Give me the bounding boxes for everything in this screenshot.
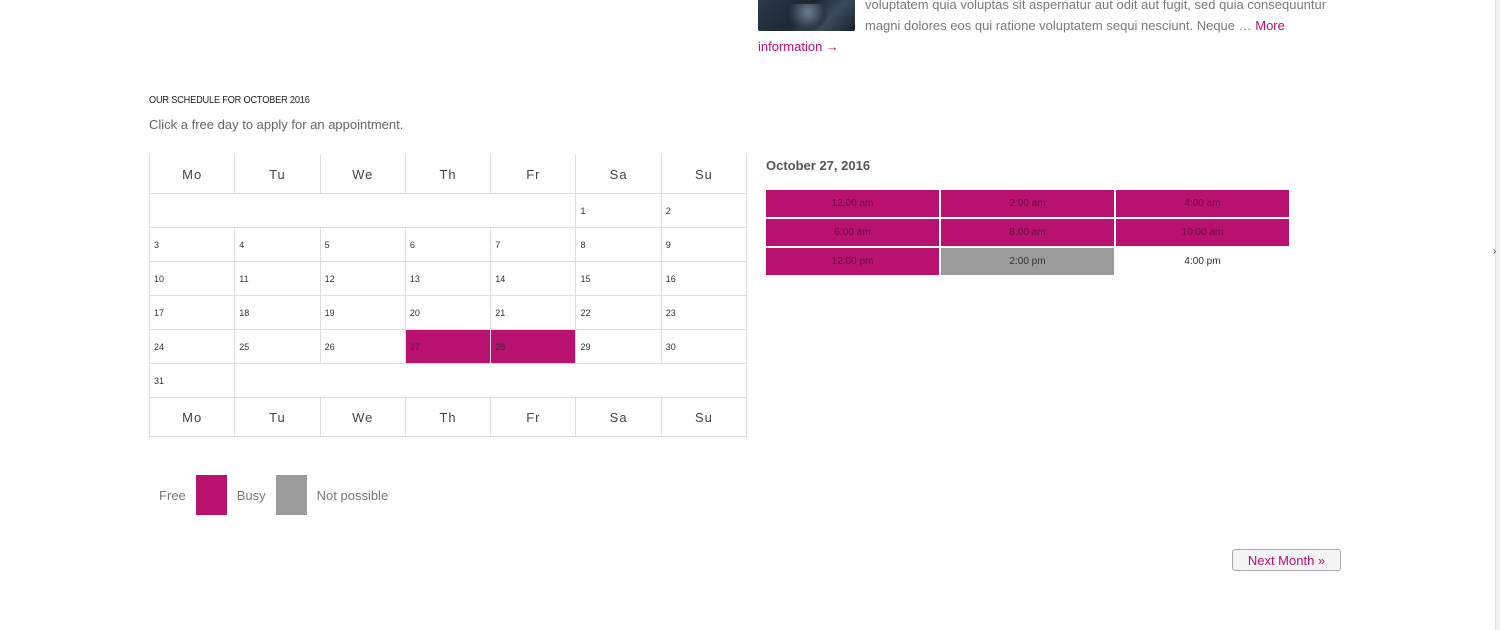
calendar-day-cell[interactable]: 23: [660, 295, 748, 330]
time-slot-busy: 4:00 am: [1116, 190, 1289, 217]
calendar-day-cell[interactable]: 5: [319, 227, 406, 262]
calendar-body: 1 2 3 4 5 6 7 8 9 10 11 12 13 14 15 16 17 18 19 20 21 22 23 24 2…: [148, 193, 748, 398]
weekday-header: Fr: [490, 397, 577, 437]
calendar-week-row: 10 11 12 13 14 15 16: [148, 261, 748, 296]
calendar-day-cell: 26: [319, 329, 406, 364]
scrollbar[interactable]: [1495, 0, 1500, 630]
weekday-header: Tu: [234, 155, 321, 194]
calendar-day-cell[interactable]: 21: [490, 295, 577, 330]
calendar-day-cell[interactable]: 14: [490, 261, 577, 296]
calendar-day-cell[interactable]: 16: [660, 261, 748, 296]
article-thumbnail[interactable]: [758, 0, 855, 31]
excerpt-line-1: voluptatem quia voluptas sit aspernatur …: [865, 0, 1327, 12]
weekday-header: Th: [404, 397, 492, 437]
calendar-day-cell[interactable]: 1: [575, 193, 662, 228]
calendar-week-row: 3456789: [148, 227, 748, 262]
calendar-header-row: Mo Tu We Th Fr Sa Su: [148, 155, 748, 194]
calendar-day-cell[interactable]: 18: [234, 295, 321, 330]
calendar-day-cell[interactable]: 17: [148, 295, 236, 330]
calendar-day-cell[interactable]: 10: [148, 261, 236, 296]
calendar-day-cell: 28: [490, 329, 577, 364]
more-information-link[interactable]: information →: [758, 38, 839, 56]
legend-busy-swatch: [195, 475, 227, 515]
calendar-day-cell[interactable]: 3: [148, 227, 236, 262]
calendar-day-cell[interactable]: 29: [575, 329, 662, 364]
calendar-day-cell[interactable]: 13: [404, 261, 492, 296]
weekday-header: Fr: [490, 155, 577, 194]
legend-free-label: Free: [159, 487, 186, 503]
next-month-button[interactable]: Next Month »: [1232, 549, 1341, 571]
time-slot-busy: 8:00 am: [941, 219, 1114, 246]
weekday-header: Sa: [575, 397, 662, 437]
time-slot-grid: 12:00 am 2:00 am 4:00 am 6:00 am 8:00 am 10:0…: [766, 190, 1289, 275]
thumbnail-figure: [788, 4, 828, 31]
schedule-title: OUR SCHEDULE FOR OCTOBER 2016: [149, 95, 310, 106]
calendar-week-row: 31: [148, 363, 748, 398]
legend-busy-label: Busy: [236, 487, 266, 503]
calendar-week-row: 17 18 19 20 21 22 23: [148, 295, 748, 330]
time-slot-not-possible: 2:00 pm: [941, 248, 1114, 275]
calendar-day-cell[interactable]: 24: [148, 329, 236, 364]
calendar-empty-cell: [148, 193, 577, 228]
calendar-day-cell[interactable]: 30: [660, 329, 748, 364]
calendar-day-cell[interactable]: 31: [148, 363, 236, 398]
legend: Free Busy Not possible: [159, 475, 388, 515]
calendar-day-cell[interactable]: 25: [234, 329, 321, 364]
more-link[interactable]: More: [1255, 18, 1285, 33]
time-slot-free[interactable]: 4:00 pm: [1116, 248, 1289, 275]
booking-page: voluptatem quia voluptas sit aspernatur …: [0, 0, 1500, 630]
time-slot-busy: 2:00 am: [941, 190, 1114, 217]
calendar-day-cell[interactable]: 6: [404, 227, 492, 262]
calendar-day-cell: 27: [404, 329, 492, 364]
calendar-day-cell[interactable]: 22: [575, 295, 662, 330]
weekday-header: We: [319, 397, 406, 437]
calendar-day-cell[interactable]: 2: [660, 193, 748, 228]
calendar-table: Mo Tu We Th Fr Sa Su 1 2 3 4 5 6 7 8 9 10 11 12 13 14 15 16 17…: [148, 155, 748, 437]
calendar-empty-cell: [234, 363, 748, 398]
legend-not-possible-swatch: [275, 475, 307, 515]
article-excerpt: voluptatem quia voluptas sit aspernatur …: [865, 0, 1335, 36]
weekday-header: Su: [660, 397, 748, 437]
calendar-footer-row: Mo Tu We Th Fr Sa Su: [148, 397, 748, 437]
calendar-week-row: 24 25 26 27 28 29 30: [148, 329, 748, 364]
weekday-header: Sa: [575, 155, 662, 194]
weekday-header: We: [319, 155, 406, 194]
calendar-day-cell[interactable]: 7: [490, 227, 577, 262]
calendar-week-row: 12: [148, 193, 748, 228]
calendar-day-cell[interactable]: 19: [319, 295, 406, 330]
weekday-header: Th: [404, 155, 492, 194]
time-slot-busy: 6:00 am: [766, 219, 939, 246]
calendar-day-cell[interactable]: 8: [575, 227, 662, 262]
weekday-header: Su: [660, 155, 748, 194]
weekday-header: Mo: [148, 397, 236, 437]
calendar-day-cell[interactable]: 4: [234, 227, 321, 262]
time-slot-busy: 10:00 am: [1116, 219, 1289, 246]
schedule-hint: Click a free day to apply for an appoint…: [149, 117, 404, 132]
calendar-day-cell[interactable]: 15: [575, 261, 662, 296]
legend-not-possible-label: Not possible: [316, 487, 389, 503]
calendar-day-cell[interactable]: 20: [404, 295, 492, 330]
calendar-day-cell[interactable]: 12: [319, 261, 406, 296]
excerpt-line-2: magni dolores eos qui ratione voluptatem…: [865, 18, 1256, 33]
chevron-right-icon[interactable]: ›: [1493, 246, 1496, 257]
weekday-header: Mo: [148, 155, 236, 194]
selected-date-title: October 27, 2016: [766, 158, 871, 173]
weekday-header: Tu: [234, 397, 321, 437]
time-slot-busy: 12:00 pm: [766, 248, 939, 275]
calendar-day-cell[interactable]: 11: [234, 261, 321, 296]
calendar-day-cell[interactable]: 9: [660, 227, 748, 262]
time-slot-busy: 12:00 am: [766, 190, 939, 217]
